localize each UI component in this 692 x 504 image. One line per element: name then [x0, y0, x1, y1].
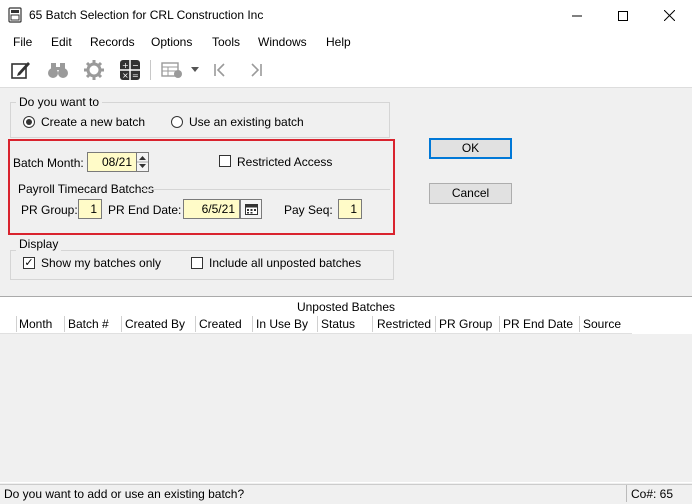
col-divider: [372, 316, 373, 332]
minimize-icon: [572, 15, 582, 16]
col-in-use-by[interactable]: In Use By: [256, 317, 308, 331]
col-created-by[interactable]: Created By: [125, 317, 185, 331]
maximize-icon: [618, 10, 628, 21]
spinner-arrows-icon: [137, 156, 148, 168]
grid-body: [0, 334, 692, 482]
col-pr-group[interactable]: PR Group: [439, 317, 492, 331]
col-divider: [435, 316, 436, 332]
col-divider: [64, 316, 65, 332]
show-my-batches-label[interactable]: Show my batches only: [41, 256, 161, 270]
grid-icon[interactable]: [160, 58, 184, 82]
svg-text:=: =: [132, 71, 139, 80]
col-source[interactable]: Source: [583, 317, 621, 331]
col-month[interactable]: Month: [19, 317, 52, 331]
menu-edit[interactable]: Edit: [51, 35, 72, 49]
status-divider: [626, 485, 627, 502]
col-pr-end-date[interactable]: PR End Date: [503, 317, 573, 331]
window-title: 65 Batch Selection for CRL Construction …: [29, 8, 264, 22]
company-number: Co#: 65: [631, 487, 674, 501]
create-new-batch-label[interactable]: Create a new batch: [41, 115, 145, 129]
menu-windows[interactable]: Windows: [258, 35, 307, 49]
col-divider: [579, 316, 580, 332]
col-divider: [16, 316, 17, 332]
display-group-label: Display: [16, 237, 62, 251]
close-icon: [663, 10, 675, 21]
col-divider: [195, 316, 196, 332]
pr-group-field[interactable]: 1: [78, 199, 102, 219]
include-unposted-label[interactable]: Include all unposted batches: [209, 256, 361, 270]
edit-icon[interactable]: [9, 58, 33, 82]
col-divider: [121, 316, 122, 332]
binoculars-icon[interactable]: [46, 58, 70, 82]
col-created[interactable]: Created: [199, 317, 242, 331]
pay-seq-field[interactable]: 1: [338, 199, 362, 219]
use-existing-batch-radio[interactable]: [171, 116, 183, 128]
restricted-access-label[interactable]: Restricted Access: [237, 155, 332, 169]
menu-file[interactable]: File: [13, 35, 32, 49]
calculator-icon[interactable]: + − × =: [118, 58, 142, 82]
dropdown-arrow-icon[interactable]: [186, 58, 204, 82]
pay-seq-label: Pay Seq:: [284, 203, 333, 217]
minimize-button[interactable]: [554, 0, 600, 31]
app-icon: [8, 7, 22, 23]
batch-month-field[interactable]: 08/21: [87, 152, 137, 172]
menu-records[interactable]: Records: [90, 35, 135, 49]
payroll-group-label: Payroll Timecard Batches: [18, 182, 155, 196]
restricted-access-checkbox[interactable]: [219, 155, 231, 167]
toolbar-separator: [150, 60, 151, 80]
maximize-button[interactable]: [600, 0, 646, 31]
svg-text:×: ×: [122, 71, 129, 80]
grid-title: Unposted Batches: [296, 300, 396, 314]
payroll-group-divider: [142, 189, 390, 190]
use-existing-batch-label[interactable]: Use an existing batch: [189, 115, 304, 129]
col-batch-number[interactable]: Batch #: [68, 317, 109, 331]
col-status[interactable]: Status: [321, 317, 355, 331]
menu-help[interactable]: Help: [326, 35, 351, 49]
pr-group-label: PR Group:: [21, 203, 78, 217]
col-divider: [499, 316, 500, 332]
menu-options[interactable]: Options: [151, 35, 192, 49]
close-button[interactable]: [646, 0, 692, 31]
gear-icon[interactable]: [82, 58, 106, 82]
pr-end-date-field[interactable]: 6/5/21: [183, 199, 240, 219]
batch-month-label: Batch Month:: [13, 156, 84, 170]
first-record-icon[interactable]: [208, 58, 232, 82]
last-record-icon[interactable]: [244, 58, 268, 82]
col-divider: [317, 316, 318, 332]
col-divider: [252, 316, 253, 332]
svg-text:−: −: [132, 61, 139, 70]
batch-choice-label: Do you want to: [16, 95, 103, 109]
pr-end-date-label: PR End Date:: [108, 203, 182, 217]
calendar-icon: [244, 204, 258, 215]
show-my-batches-checkbox[interactable]: ✓: [23, 257, 35, 269]
status-message: Do you want to add or use an existing ba…: [4, 487, 245, 501]
create-new-batch-radio[interactable]: [23, 116, 35, 128]
menu-tools[interactable]: Tools: [212, 35, 240, 49]
ok-button[interactable]: OK: [429, 138, 512, 159]
calendar-button[interactable]: [240, 199, 262, 219]
cancel-button[interactable]: Cancel: [429, 183, 512, 204]
include-unposted-checkbox[interactable]: [191, 257, 203, 269]
col-restricted[interactable]: Restricted: [377, 317, 431, 331]
batch-month-spinner[interactable]: [136, 152, 149, 172]
svg-text:+: +: [122, 61, 129, 70]
